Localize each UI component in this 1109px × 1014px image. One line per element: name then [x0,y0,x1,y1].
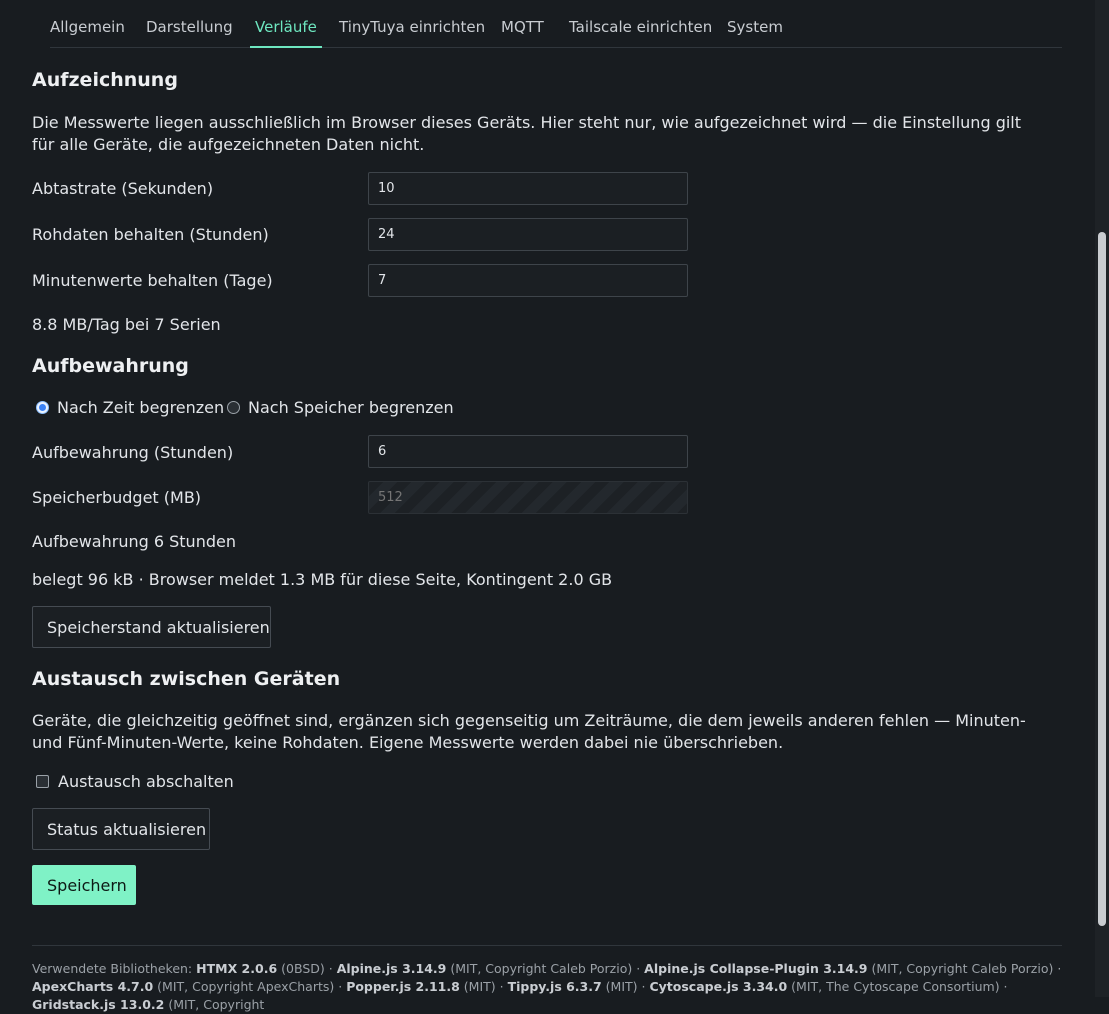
library-license: (MIT, Copyright Caleb Porzio) · [867,961,1062,976]
recording-summary: 8.8 MB/Tag bei 7 Serien [32,315,221,334]
retention-heading: Aufbewahrung [32,355,189,377]
disable-exchange-box[interactable] [36,775,49,788]
exchange-heading: Austausch zwischen Geräten [32,668,341,690]
tab-mqtt[interactable]: MQTT [501,0,544,47]
recording-description: Die Messwerte liegen ausschließlich im B… [32,113,1022,154]
tab-system[interactable]: System [727,0,783,47]
library-name: Alpine.js 3.14.9 [336,961,447,976]
tab-verlaeufe[interactable]: Verläufe [250,0,322,48]
sample-rate-input[interactable] [368,172,688,205]
footer-prefix: Verwendete Bibliotheken: [32,961,193,976]
retention-hours-input[interactable] [368,435,688,468]
retention-hours-label: Aufbewahrung (Stunden) [32,443,234,462]
storage-usage: belegt 96 kB · Browser meldet 1.3 MB für… [32,570,613,589]
library-license: (MIT, The Cytoscape Consortium) · [787,979,1008,994]
minute-keep-label: Minutenwerte behalten (Tage) [32,271,273,290]
scrollbar-thumb[interactable] [1098,232,1106,926]
tab-tinytuya[interactable]: TinyTuya einrichten [339,0,485,47]
disable-exchange-checkbox[interactable]: Austausch abschalten [36,772,234,791]
scrollbar[interactable] [1095,0,1109,997]
minute-keep-input[interactable] [368,264,688,297]
refresh-status-button[interactable]: Status aktualisieren [32,808,210,850]
storage-budget-label: Speicherbudget (MB) [32,488,202,507]
radio-time-label: Nach Zeit begrenzen [57,398,225,417]
library-name: Popper.js 2.11.8 [346,979,460,994]
library-license: (MIT, Copyright [164,997,265,1012]
disable-exchange-label: Austausch abschalten [58,772,234,791]
exchange-description: Geräte, die gleichzeitig geöffnet sind, … [32,711,1026,752]
footer-libraries: Verwendete Bibliotheken: HTMX 2.0.6 (0BS… [32,945,1062,1014]
settings-tabs: Allgemein Darstellung Verläufe TinyTuya … [50,0,1062,48]
raw-keep-label: Rohdaten behalten (Stunden) [32,225,269,244]
save-button[interactable]: Speichern [32,865,136,905]
library-license: (MIT, Copyright Caleb Porzio) · [446,961,641,976]
library-name: Alpine.js Collapse-Plugin 3.14.9 [644,961,868,976]
radio-storage-label: Nach Speicher begrenzen [248,398,454,417]
tab-darstellung[interactable]: Darstellung [146,0,233,47]
radio-limit-storage[interactable]: Nach Speicher begrenzen [227,398,454,417]
sample-rate-label: Abtastrate (Sekunden) [32,179,214,198]
library-license: (MIT) · [459,979,504,994]
library-name: Tippy.js 6.3.7 [507,979,602,994]
library-license: (MIT) · [601,979,646,994]
library-name: ApexCharts 4.7.0 [32,979,154,994]
raw-keep-input[interactable] [368,218,688,251]
library-license: (0BSD) · [277,961,333,976]
radio-storage-dot[interactable] [227,401,240,414]
radio-time-dot[interactable] [36,401,49,414]
refresh-storage-button[interactable]: Speicherstand aktualisieren [32,606,271,648]
recording-heading: Aufzeichnung [32,69,178,91]
retention-summary: Aufbewahrung 6 Stunden [32,532,236,551]
radio-limit-time[interactable]: Nach Zeit begrenzen [36,398,224,417]
library-name: Gridstack.js 13.0.2 [32,997,165,1012]
library-license: (MIT, Copyright ApexCharts) · [153,979,343,994]
storage-budget-input [368,481,688,514]
tab-allgemein[interactable]: Allgemein [50,0,125,47]
tab-tailscale[interactable]: Tailscale einrichten [569,0,712,47]
library-name: Cytoscape.js 3.34.0 [649,979,788,994]
library-name: HTMX 2.0.6 [196,961,278,976]
